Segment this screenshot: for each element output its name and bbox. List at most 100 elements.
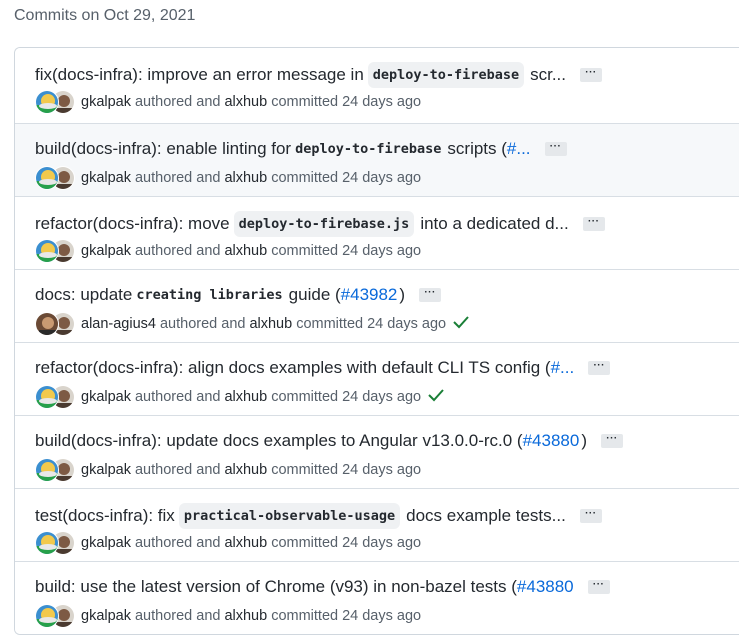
relative-time[interactable]: 24 days ago <box>342 170 421 186</box>
commit-message[interactable]: build: use the latest version of Chrome … <box>35 576 610 598</box>
author-avatar[interactable] <box>35 458 59 482</box>
committed-label: committed <box>271 389 339 405</box>
expand-message-button[interactable]: ··· <box>582 217 605 231</box>
committer-link[interactable]: alxhub <box>224 389 267 405</box>
committed-label: committed <box>271 170 339 186</box>
commit-message-text[interactable]: fix(docs-infra): improve an error messag… <box>35 64 364 86</box>
author-avatar[interactable] <box>35 531 59 555</box>
avatar-stack[interactable] <box>35 458 77 482</box>
commit-meta: alan-agius4 authored and alxhub committed 24… <box>35 312 470 336</box>
author-link[interactable]: gkalpak <box>81 462 131 478</box>
avatar-stack[interactable] <box>35 90 77 114</box>
commit-message-text[interactable]: build: use the latest version of Chrome … <box>35 576 517 598</box>
commit-row[interactable]: fix(docs-infra): improve an error messag… <box>15 48 739 123</box>
author-avatar[interactable] <box>35 604 59 628</box>
expand-message-button[interactable]: ··· <box>544 142 567 156</box>
avatar-stack[interactable] <box>35 531 77 555</box>
expand-message-button[interactable]: ··· <box>419 288 442 302</box>
avatar-stack[interactable] <box>35 604 77 628</box>
committer-link[interactable]: alxhub <box>224 94 267 110</box>
check-icon[interactable] <box>452 315 470 333</box>
commit-message-text[interactable]: refactor(docs-infra): move <box>35 213 230 235</box>
author-avatar[interactable] <box>35 385 59 409</box>
commit-message-text[interactable]: refactor(docs-infra): align docs example… <box>35 357 551 379</box>
pr-link[interactable]: #43880 <box>523 430 580 452</box>
committer-link[interactable]: alxhub <box>224 243 267 259</box>
commit-message[interactable]: refactor(docs-infra): align docs example… <box>35 357 611 379</box>
author-avatar[interactable] <box>35 166 59 190</box>
commit-row[interactable]: docs: update creating libraries guide (#43… <box>15 269 739 342</box>
relative-time[interactable]: 24 days ago <box>367 316 446 332</box>
committer-link[interactable]: alxhub <box>249 316 292 332</box>
commit-row[interactable]: test(docs-infra): fix practical-observabl… <box>15 488 739 561</box>
commit-row[interactable]: refactor(docs-infra): align docs example… <box>15 342 739 415</box>
commit-row[interactable]: build(docs-infra): enable linting for dep… <box>15 123 739 196</box>
committer-link[interactable]: alxhub <box>224 608 267 624</box>
relative-time[interactable]: 24 days ago <box>342 462 421 478</box>
commit-message[interactable]: test(docs-infra): fix practical-observabl… <box>35 503 602 529</box>
avatar-stack[interactable] <box>35 312 77 336</box>
author-link[interactable]: gkalpak <box>81 243 131 259</box>
relative-time[interactable]: 24 days ago <box>342 389 421 405</box>
expand-message-button[interactable]: ··· <box>601 434 623 448</box>
committer-link[interactable]: alxhub <box>224 535 267 551</box>
pr-link[interactable]: #43982 <box>341 284 398 306</box>
commit-message-text[interactable]: ) <box>581 430 587 452</box>
committer-link[interactable]: alxhub <box>224 462 267 478</box>
commit-message-text[interactable]: build(docs-infra): update docs examples … <box>35 430 523 452</box>
inline-code: creating libraries <box>136 287 283 303</box>
avatar-stack[interactable] <box>35 166 77 190</box>
commit-message-text[interactable]: build(docs-infra): enable linting for <box>35 138 291 160</box>
pr-link[interactable]: #... <box>507 138 531 160</box>
author-link[interactable]: alan-agius4 <box>81 316 156 332</box>
relative-time[interactable]: 24 days ago <box>342 535 421 551</box>
author-avatar[interactable] <box>35 90 59 114</box>
expand-message-button[interactable]: ··· <box>579 509 602 523</box>
author-link[interactable]: gkalpak <box>81 389 131 405</box>
inline-code: deploy-to-firebase <box>367 62 525 88</box>
commit-message[interactable]: fix(docs-infra): improve an error messag… <box>35 62 602 88</box>
expand-message-button[interactable]: ··· <box>588 361 611 375</box>
authored-label: authored and <box>134 94 221 110</box>
commit-message-text[interactable]: docs: update <box>35 284 132 306</box>
relative-time[interactable]: 24 days ago <box>342 243 421 259</box>
expand-message-button[interactable]: ··· <box>580 68 602 82</box>
author-link[interactable]: gkalpak <box>81 608 131 624</box>
authored-label: authored and <box>134 170 221 186</box>
check-icon[interactable] <box>427 388 445 406</box>
pr-link[interactable]: #43880 <box>517 576 574 598</box>
commit-message[interactable]: refactor(docs-infra): move deploy-to-fire… <box>35 211 605 237</box>
commit-message-text[interactable]: into a dedicated d... <box>420 213 568 235</box>
commit-message-text[interactable]: ) <box>399 284 405 306</box>
author-avatar[interactable] <box>35 239 59 263</box>
commit-message[interactable]: build(docs-infra): update docs examples … <box>35 430 623 452</box>
committed-label: committed <box>296 316 364 332</box>
commit-meta: gkalpak authored and alxhub committed 24 day… <box>35 90 421 114</box>
author-avatar[interactable] <box>35 312 59 336</box>
commit-row[interactable]: build: use the latest version of Chrome … <box>15 561 739 634</box>
pr-link[interactable]: #... <box>551 357 575 379</box>
committed-label: committed <box>271 462 339 478</box>
commit-row[interactable]: build(docs-infra): update docs examples … <box>15 415 739 488</box>
commit-row[interactable]: refactor(docs-infra): move deploy-to-fire… <box>15 196 739 269</box>
relative-time[interactable]: 24 days ago <box>342 608 421 624</box>
commit-message-text[interactable]: test(docs-infra): fix <box>35 505 175 527</box>
expand-message-button[interactable]: ··· <box>587 580 610 594</box>
author-link[interactable]: gkalpak <box>81 170 131 186</box>
commit-message-text[interactable]: docs example tests... <box>406 505 566 527</box>
commit-message-text[interactable]: scr... <box>530 64 566 86</box>
commit-message[interactable]: docs: update creating libraries guide (#43… <box>35 284 442 306</box>
authored-label: authored and <box>134 389 221 405</box>
authored-label: authored and <box>134 608 221 624</box>
avatar-stack[interactable] <box>35 385 77 409</box>
author-link[interactable]: gkalpak <box>81 535 131 551</box>
commit-message-text[interactable]: scripts ( <box>447 138 507 160</box>
avatar-stack[interactable] <box>35 239 77 263</box>
committed-label: committed <box>271 608 339 624</box>
author-link[interactable]: gkalpak <box>81 94 131 110</box>
commit-message-text[interactable]: guide ( <box>289 284 341 306</box>
commit-message[interactable]: build(docs-infra): enable linting for dep… <box>35 138 567 160</box>
committer-link[interactable]: alxhub <box>224 170 267 186</box>
relative-time[interactable]: 24 days ago <box>342 94 421 110</box>
inline-code: deploy-to-firebase <box>295 141 442 157</box>
